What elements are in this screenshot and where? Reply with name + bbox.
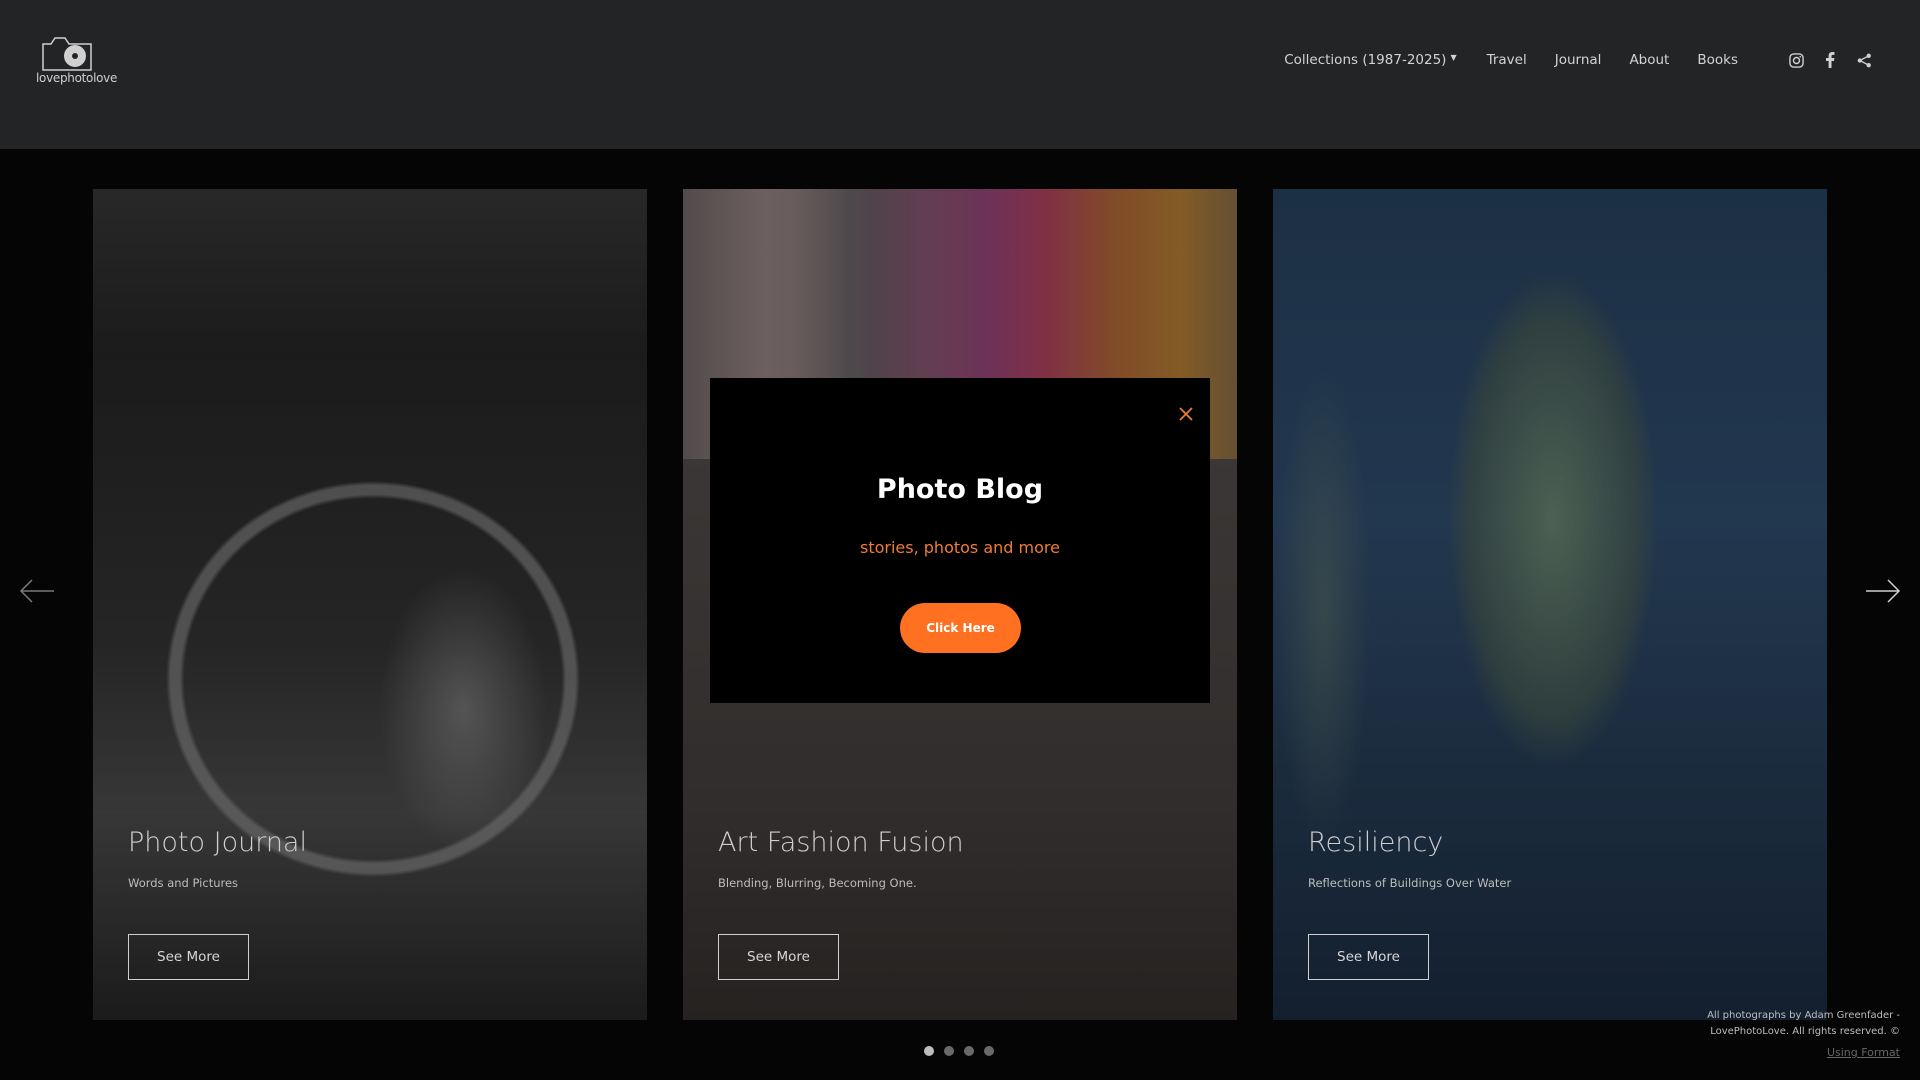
carousel-dot[interactable] [924, 1046, 934, 1056]
main-nav: Collections (1987-2025) ▼ Travel Journal … [1284, 0, 1920, 120]
photo-blog-modal: Photo Blog stories, photos and more Clic… [710, 378, 1210, 703]
card-subtitle: Reflections of Buildings Over Water [1308, 876, 1512, 890]
using-format-link[interactable]: Using Format [1780, 1046, 1900, 1059]
see-more-button[interactable]: See More [128, 934, 249, 980]
nav-about[interactable]: About [1629, 52, 1669, 68]
modal-subtitle: stories, photos and more [860, 538, 1060, 557]
carousel-dot[interactable] [984, 1046, 994, 1056]
carousel-dots [924, 1046, 1004, 1056]
social-links [1771, 51, 1873, 69]
carousel-dot[interactable] [944, 1046, 954, 1056]
see-more-button[interactable]: See More [1308, 934, 1429, 980]
nav-journal[interactable]: Journal [1555, 52, 1602, 68]
site-logo[interactable]: lovephotolove [36, 34, 118, 88]
nav-collections[interactable]: Collections (1987-2025) ▼ [1284, 52, 1456, 68]
nav-travel[interactable]: Travel [1487, 52, 1527, 68]
arrow-right-icon[interactable] [1864, 572, 1902, 610]
arrow-left-icon[interactable] [18, 572, 56, 610]
click-here-button[interactable]: Click Here [900, 603, 1021, 653]
carousel-dot[interactable] [964, 1046, 974, 1056]
card-photo-journal[interactable]: Photo Journal Words and Pictures See Mor… [93, 189, 647, 1020]
card-resiliency[interactable]: Resiliency Reflections of Buildings Over… [1273, 189, 1827, 1020]
modal-title: Photo Blog [876, 474, 1044, 505]
camera-icon [42, 37, 92, 71]
card-title: Photo Journal [128, 827, 307, 858]
close-icon[interactable] [1175, 403, 1197, 425]
card-subtitle: Blending, Blurring, Becoming One. [718, 876, 917, 890]
credit-line: LovePhotoLove. All rights reserved. © [1710, 1026, 1900, 1037]
facebook-icon[interactable] [1821, 51, 1839, 69]
copyright-credit: All photographs by Adam Greenfader - Lov… [1660, 1008, 1900, 1040]
card-subtitle: Words and Pictures [128, 876, 239, 890]
site-header: lovephotolove Collections (1987-2025) ▼ T… [0, 0, 1920, 149]
logo-text: lovephotolove [36, 71, 118, 85]
caret-down-icon: ▼ [1450, 53, 1457, 62]
card-title: Art Fashion Fusion [718, 827, 964, 858]
credit-line: All photographs by Adam Greenfader - [1707, 1010, 1900, 1021]
nav-books[interactable]: Books [1697, 52, 1738, 68]
instagram-icon[interactable] [1787, 51, 1805, 69]
share-icon[interactable] [1855, 51, 1873, 69]
nav-collections-label: Collections (1987-2025) [1284, 52, 1447, 68]
see-more-button[interactable]: See More [718, 934, 839, 980]
card-title: Resiliency [1308, 827, 1444, 858]
